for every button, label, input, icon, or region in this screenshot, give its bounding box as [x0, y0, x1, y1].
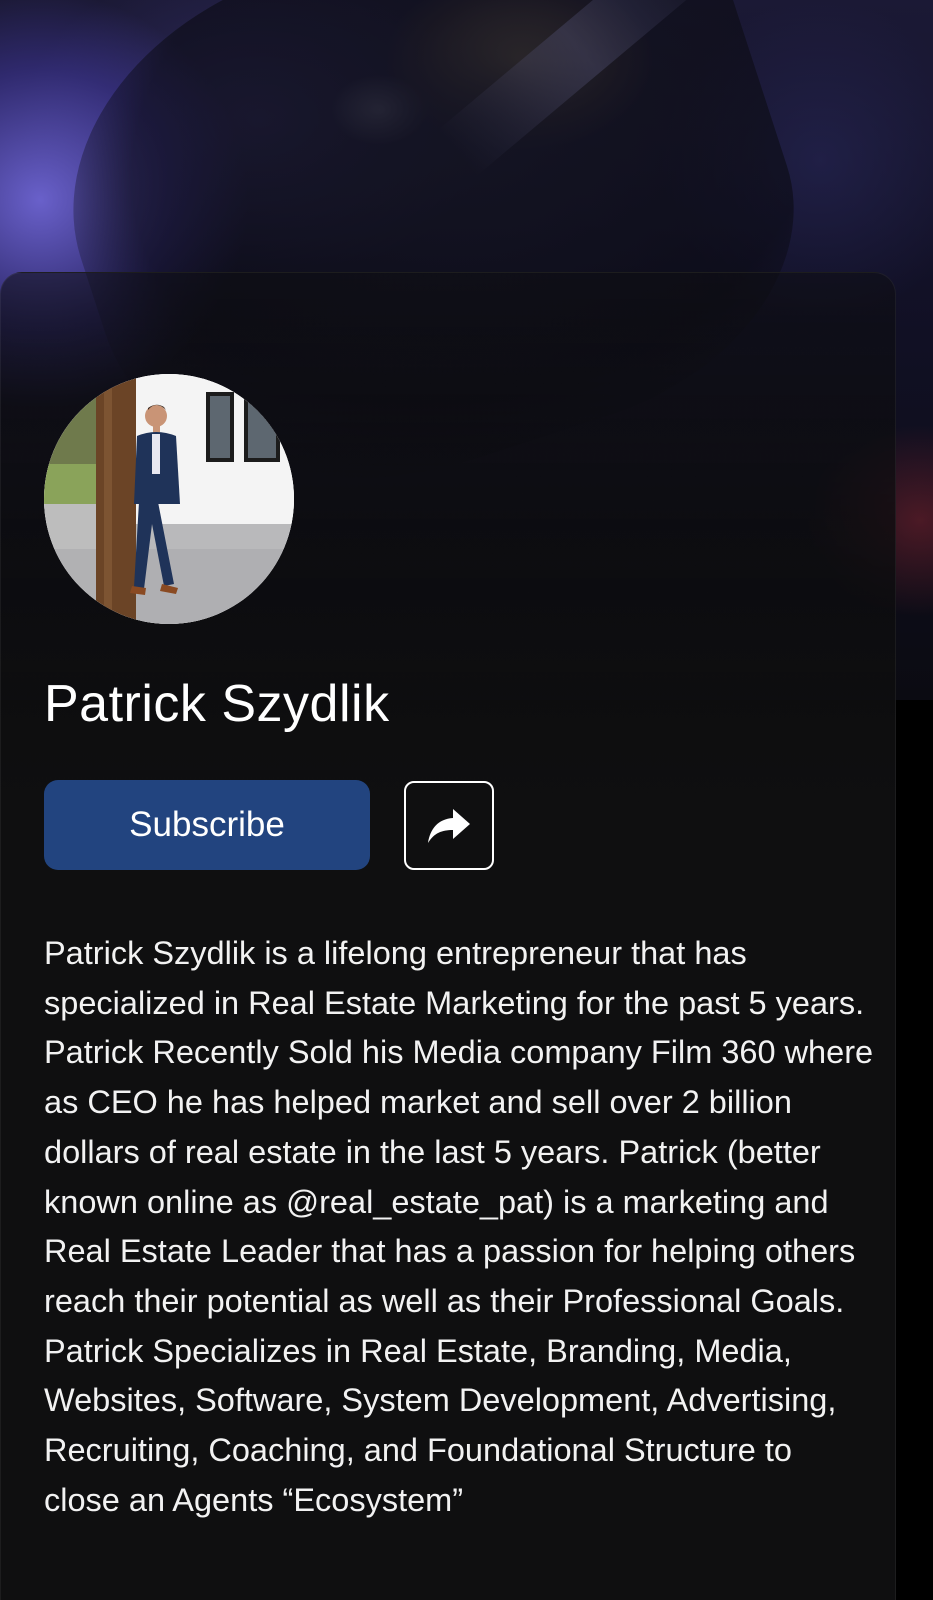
subscribe-button[interactable]: Subscribe — [44, 780, 370, 870]
share-arrow-icon — [428, 808, 470, 843]
avatar-photo — [44, 374, 294, 624]
avatar — [44, 374, 294, 624]
share-button[interactable] — [404, 781, 494, 870]
profile-name: Patrick Szydlik — [44, 675, 390, 733]
profile-page: Patrick Szydlik Subscribe Patrick Szydli… — [0, 0, 933, 1600]
profile-bio: Patrick Szydlik is a lifelong entreprene… — [44, 935, 874, 1518]
